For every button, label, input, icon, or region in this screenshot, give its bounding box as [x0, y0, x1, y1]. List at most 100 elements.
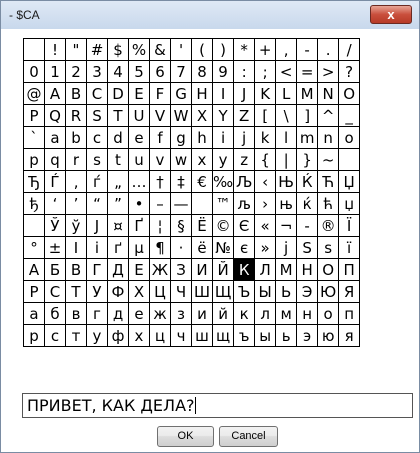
char-cell[interactable]: т	[65, 324, 87, 347]
char-cell[interactable]: ё	[191, 236, 213, 259]
char-cell[interactable]: r	[65, 148, 87, 171]
char-cell[interactable]: Ђ	[23, 170, 45, 193]
char-cell[interactable]: Z	[233, 104, 256, 127]
char-cell[interactable]: а	[23, 302, 45, 325]
char-cell[interactable]: o	[338, 126, 361, 149]
char-cell[interactable]: ъ	[233, 324, 256, 347]
char-cell[interactable]: ’	[65, 192, 87, 215]
char-cell[interactable]: Џ	[338, 170, 361, 193]
char-cell[interactable]: V	[149, 104, 171, 127]
char-cell[interactable]: ·	[170, 236, 192, 259]
char-cell[interactable]: 7	[170, 60, 192, 83]
char-cell[interactable]: I	[211, 82, 235, 105]
char-cell[interactable]: K	[254, 82, 277, 105]
close-button[interactable]: x	[370, 5, 412, 24]
char-cell[interactable]: {	[254, 148, 277, 171]
char-cell[interactable]: ¤	[107, 214, 129, 237]
char-cell[interactable]: Ч	[170, 280, 192, 303]
char-cell[interactable]: G	[170, 82, 192, 105]
char-cell[interactable]: 1	[44, 60, 66, 83]
char-cell[interactable]: f	[149, 126, 171, 149]
char-cell[interactable]: "	[65, 38, 87, 61]
char-cell[interactable]: ¬	[275, 214, 298, 237]
char-cell[interactable]: %	[128, 38, 150, 61]
text-input[interactable]: ПРИВЕТ, КАК ДЕЛА?	[22, 393, 413, 418]
char-cell[interactable]: э	[296, 324, 319, 347]
char-cell[interactable]: Ѕ	[296, 236, 319, 259]
char-cell[interactable]: Ћ	[317, 170, 340, 193]
char-cell[interactable]: /	[338, 38, 361, 61]
char-cell[interactable]: х	[128, 324, 150, 347]
char-cell[interactable]: ш	[191, 324, 213, 347]
char-cell[interactable]: a	[44, 126, 66, 149]
char-cell[interactable]: ›	[254, 192, 277, 215]
char-cell[interactable]: »	[254, 236, 277, 259]
char-cell[interactable]: 5	[128, 60, 150, 83]
char-cell[interactable]: ~	[317, 148, 340, 171]
char-cell[interactable]: й	[211, 302, 235, 325]
char-cell[interactable]: -	[296, 38, 319, 61]
char-cell[interactable]: У	[86, 280, 108, 303]
char-cell[interactable]: Ў	[44, 214, 66, 237]
char-cell[interactable]: Я	[338, 280, 361, 303]
char-cell[interactable]: D	[107, 82, 129, 105]
char-cell[interactable]: U	[128, 104, 150, 127]
char-cell[interactable]: щ	[211, 324, 235, 347]
char-cell[interactable]: м	[275, 302, 298, 325]
char-cell[interactable]: A	[44, 82, 66, 105]
char-cell[interactable]: =	[296, 60, 319, 83]
char-cell[interactable]: —	[170, 192, 192, 215]
char-cell[interactable]: X	[191, 104, 213, 127]
char-cell[interactable]: б	[44, 302, 66, 325]
char-cell[interactable]: L	[275, 82, 298, 105]
char-cell[interactable]: у	[86, 324, 108, 347]
char-cell[interactable]: j	[233, 126, 256, 149]
char-cell[interactable]: F	[149, 82, 171, 105]
char-cell[interactable]: t	[107, 148, 129, 171]
char-cell[interactable]: M	[296, 82, 319, 105]
char-cell[interactable]: д	[107, 302, 129, 325]
char-cell[interactable]: е	[128, 302, 150, 325]
char-cell[interactable]: в	[65, 302, 87, 325]
char-cell[interactable]: Ё	[191, 214, 213, 237]
char-cell[interactable]: ,	[275, 38, 298, 61]
char-cell[interactable]: љ	[233, 192, 256, 215]
char-cell[interactable]: Y	[211, 104, 235, 127]
char-cell[interactable]: y	[211, 148, 235, 171]
char-cell[interactable]: §	[170, 214, 192, 237]
char-cell[interactable]: c	[86, 126, 108, 149]
char-cell[interactable]: ц	[149, 324, 171, 347]
char-cell[interactable]	[23, 214, 45, 237]
char-cell[interactable]: g	[170, 126, 192, 149]
char-cell[interactable]: ѓ	[86, 170, 108, 193]
cancel-button[interactable]: Cancel	[219, 426, 278, 447]
char-cell[interactable]: !	[44, 38, 66, 61]
char-cell[interactable]: T	[107, 104, 129, 127]
char-cell[interactable]: Ц	[149, 280, 171, 303]
char-cell[interactable]: ‡	[170, 170, 192, 193]
char-cell[interactable]: 3	[86, 60, 108, 83]
char-cell[interactable]: ь	[275, 324, 298, 347]
char-cell[interactable]: #	[86, 38, 108, 61]
char-cell[interactable]: з	[170, 302, 192, 325]
char-cell[interactable]: h	[191, 126, 213, 149]
char-cell[interactable]: Л	[254, 258, 277, 281]
char-cell[interactable]: И	[191, 258, 213, 281]
char-cell[interactable]: b	[65, 126, 87, 149]
char-cell[interactable]: |	[275, 148, 298, 171]
char-cell[interactable]: C	[86, 82, 108, 105]
char-cell[interactable]: _	[338, 104, 361, 127]
char-cell[interactable]: Ѓ	[44, 170, 66, 193]
char-cell[interactable]: ]	[296, 104, 319, 127]
char-cell[interactable]: 9	[211, 60, 235, 83]
char-cell[interactable]: 0	[23, 60, 45, 83]
title-bar[interactable]: - $CA x	[1, 1, 419, 29]
char-cell[interactable]: R	[65, 104, 87, 127]
char-cell[interactable]: .	[317, 38, 340, 61]
char-cell[interactable]: W	[170, 104, 192, 127]
char-cell[interactable]: w	[170, 148, 192, 171]
char-cell[interactable]: ґ	[107, 236, 129, 259]
char-cell[interactable]: 8	[191, 60, 213, 83]
char-cell[interactable]: Ш	[191, 280, 213, 303]
char-cell[interactable]: +	[254, 38, 277, 61]
